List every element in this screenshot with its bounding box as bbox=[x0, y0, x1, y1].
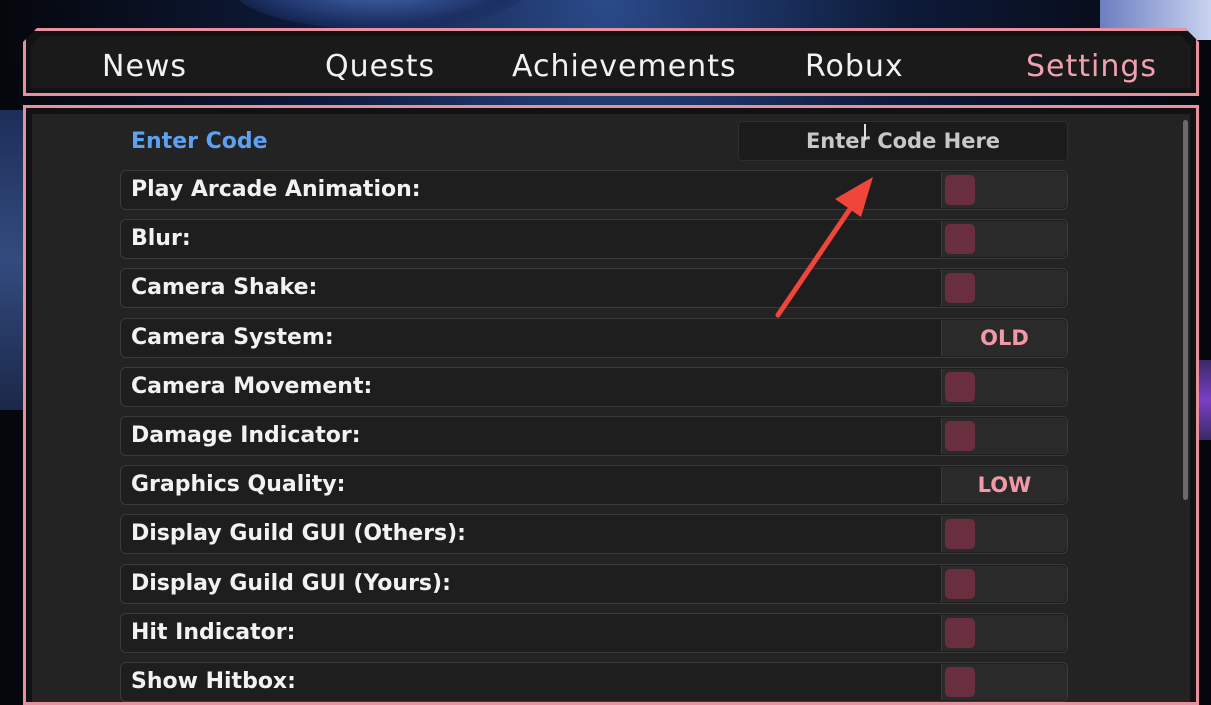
tab-bar-inner: News Quests Achievements Robux Settings bbox=[31, 36, 1191, 88]
tab-news[interactable]: News bbox=[102, 36, 187, 98]
tab-robux[interactable]: Robux bbox=[805, 36, 904, 98]
code-input[interactable] bbox=[738, 121, 1068, 161]
setting-toggle[interactable] bbox=[941, 418, 1067, 454]
setting-choice-button[interactable]: LOW bbox=[941, 467, 1067, 503]
setting-toggle[interactable] bbox=[941, 615, 1067, 651]
setting-label: Damage Indicator: bbox=[131, 423, 361, 448]
setting-label: Display Guild GUI (Yours): bbox=[131, 571, 451, 596]
choice-value: LOW bbox=[977, 473, 1032, 497]
setting-label: Camera Shake: bbox=[131, 275, 318, 300]
toggle-knob bbox=[945, 569, 975, 599]
choice-value: OLD bbox=[980, 326, 1029, 350]
enter-code-label: Enter Code bbox=[131, 129, 268, 154]
toggle-knob bbox=[945, 224, 975, 254]
text-cursor bbox=[864, 124, 866, 140]
toggle-knob bbox=[945, 667, 975, 697]
setting-choice-button[interactable]: OLD bbox=[941, 320, 1067, 356]
tab-quests[interactable]: Quests bbox=[325, 36, 435, 98]
setting-row: Camera Shake: bbox=[120, 268, 1068, 308]
tab-bar: News Quests Achievements Robux Settings bbox=[23, 28, 1199, 96]
setting-toggle[interactable] bbox=[941, 516, 1067, 552]
setting-toggle[interactable] bbox=[941, 369, 1067, 405]
setting-row: Damage Indicator: bbox=[120, 416, 1068, 456]
setting-row: Show Hitbox: bbox=[120, 662, 1068, 702]
settings-scrollbar[interactable] bbox=[1183, 120, 1188, 500]
setting-toggle[interactable] bbox=[941, 221, 1067, 257]
setting-label: Play Arcade Animation: bbox=[131, 177, 421, 202]
setting-label: Display Guild GUI (Others): bbox=[131, 521, 466, 546]
toggle-knob bbox=[945, 618, 975, 648]
toggle-knob bbox=[945, 175, 975, 205]
setting-row: Camera System: OLD bbox=[120, 318, 1068, 358]
setting-toggle[interactable] bbox=[941, 566, 1067, 602]
toggle-knob bbox=[945, 372, 975, 402]
toggle-knob bbox=[945, 519, 975, 549]
setting-row: Graphics Quality: LOW bbox=[120, 465, 1068, 505]
setting-label: Blur: bbox=[131, 226, 191, 251]
setting-toggle[interactable] bbox=[941, 172, 1067, 208]
setting-row: Display Guild GUI (Others): bbox=[120, 514, 1068, 554]
setting-row: Play Arcade Animation: bbox=[120, 170, 1068, 210]
setting-row: Display Guild GUI (Yours): bbox=[120, 564, 1068, 604]
setting-row: Camera Movement: bbox=[120, 367, 1068, 407]
setting-label: Camera Movement: bbox=[131, 374, 373, 399]
toggle-knob bbox=[945, 421, 975, 451]
tab-achievements[interactable]: Achievements bbox=[512, 36, 737, 98]
background-sky bbox=[230, 0, 530, 30]
toggle-knob bbox=[945, 273, 975, 303]
setting-label: Hit Indicator: bbox=[131, 620, 296, 645]
setting-label: Show Hitbox: bbox=[131, 669, 296, 694]
setting-label: Camera System: bbox=[131, 325, 334, 350]
setting-label: Graphics Quality: bbox=[131, 472, 346, 497]
setting-toggle[interactable] bbox=[941, 664, 1067, 700]
tab-settings[interactable]: Settings bbox=[1026, 36, 1157, 98]
setting-row: Blur: bbox=[120, 219, 1068, 259]
setting-toggle[interactable] bbox=[941, 270, 1067, 306]
background-building bbox=[0, 110, 24, 410]
setting-row: Hit Indicator: bbox=[120, 613, 1068, 653]
